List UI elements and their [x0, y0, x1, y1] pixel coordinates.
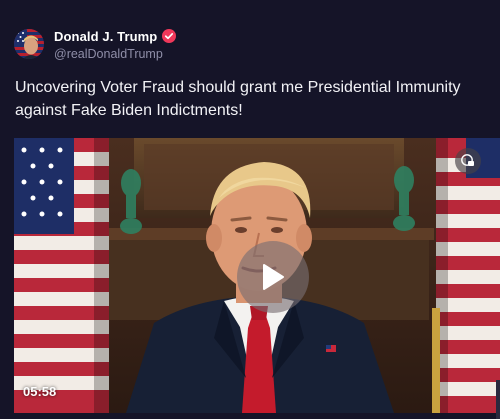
- post-text: Uncovering Voter Fraud should grant me P…: [15, 79, 461, 119]
- picture-in-picture-button[interactable]: [455, 148, 481, 174]
- verified-badge-icon: [162, 29, 177, 43]
- video-player[interactable]: 05:58: [14, 138, 500, 413]
- picture-in-picture-icon: [461, 154, 474, 166]
- flag-portrait-avatar-icon: [14, 29, 44, 59]
- author-name-row: Donald J. Trump: [54, 27, 177, 45]
- scrollbar[interactable]: [496, 380, 500, 419]
- author-info: Donald J. Trump @realDonaldTrump: [54, 27, 177, 61]
- video-duration: 05:58: [23, 384, 57, 399]
- avatar[interactable]: [14, 29, 44, 59]
- post-header: Donald J. Trump @realDonaldTrump: [14, 26, 177, 62]
- post-card: Donald J. Trump @realDonaldTrump Uncover…: [0, 0, 500, 419]
- author-display-name[interactable]: Donald J. Trump: [54, 29, 157, 44]
- author-handle[interactable]: @realDonaldTrump: [54, 47, 176, 61]
- play-icon: [263, 264, 284, 290]
- play-button[interactable]: [237, 241, 309, 313]
